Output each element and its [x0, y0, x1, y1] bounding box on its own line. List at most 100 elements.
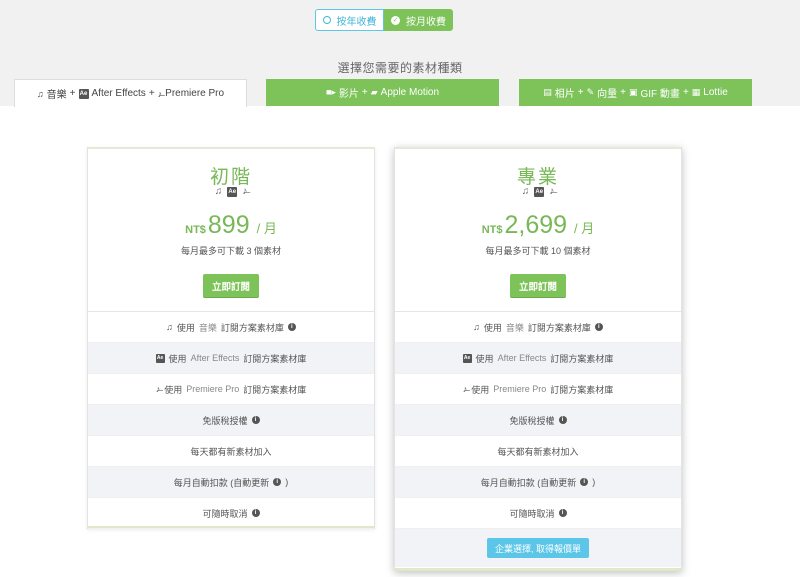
tab-label-apple-motion: Apple Motion — [380, 87, 440, 98]
tab-music-ae-pr[interactable]: ♫ 音樂 + Ae After Effects + ♪̶ Premiere Pr… — [14, 79, 247, 107]
feature-text: 使用 — [475, 353, 494, 364]
subscribe-button[interactable]: 立即訂閱 — [510, 274, 566, 297]
info-icon[interactable]: i — [251, 509, 260, 517]
feature-highlight: Premiere Pro — [493, 384, 547, 394]
tab-label-gif: GIF 動畫 — [640, 89, 680, 100]
tab-video-motion[interactable]: ■▸ 影片 + ▰ Apple Motion — [266, 79, 499, 106]
info-icon[interactable]: i — [558, 416, 567, 424]
lottie-icon: ▦ — [691, 87, 701, 97]
feature-auto-billing: 每月自動扣款 (自動更新 i) — [88, 467, 374, 498]
price-amount: 2,699 — [504, 211, 568, 239]
enterprise-quote-button[interactable]: 企業選擇, 取得報價單 — [486, 538, 589, 558]
feature-auto-billing: 每月自動扣款 (自動更新 i) — [395, 467, 681, 498]
plan-card-basic: 初階 ♫ Ae ♪̶ NT$ 899 / 月 每月最多可下載 3 個素材 立即訂… — [87, 147, 375, 529]
feature-highlight: 音樂 — [505, 322, 524, 333]
feature-text: 使用 — [164, 384, 183, 395]
feature-text: 訂閱方案素材庫 — [243, 353, 307, 364]
apple-motion-icon: ▰ — [370, 87, 378, 97]
after-effects-icon: Ae — [534, 186, 545, 197]
info-icon[interactable]: i — [594, 323, 603, 331]
feature-ae-library: Ae 使用 After Effects 訂閱方案素材庫 — [395, 343, 681, 374]
tab-label-vector: 向量 — [597, 89, 618, 100]
feature-text: 每天都有新素材加入 — [497, 446, 579, 457]
feature-text: 可隨時取消 — [509, 508, 555, 519]
info-icon[interactable]: i — [287, 323, 296, 331]
feature-text: 使用 — [168, 353, 187, 364]
plan-name: 初階 — [209, 167, 252, 188]
after-effects-icon: Ae — [462, 353, 472, 363]
gif-icon: ▣ — [628, 87, 638, 97]
feature-daily-new: 每天都有新素材加入 — [88, 436, 374, 467]
feature-text: 訂閱方案素材庫 — [550, 384, 614, 395]
subscribe-button[interactable]: 立即訂閱 — [203, 274, 259, 297]
download-quota: 每月最多可下載 3 個素材 — [180, 246, 281, 256]
plan-price: NT$ 2,699 / 月 — [395, 211, 681, 240]
closing-paren: ) — [285, 477, 289, 487]
plan-icons: ♫ Ae ♪̶ — [88, 186, 374, 197]
feature-highlight: Premiere Pro — [186, 384, 240, 394]
feature-daily-new: 每天都有新素材加入 — [395, 436, 681, 467]
tab-label-video: 影片 — [338, 89, 359, 100]
monthly-billing-label: 按月收費 — [406, 16, 446, 28]
music-icon: ♫ — [166, 322, 173, 332]
feature-text: 免版稅授權 — [202, 415, 248, 426]
download-quota: 每月最多可下載 10 個素材 — [485, 246, 591, 256]
feature-pr-library: ♪̶ 使用 Premiere Pro 訂閱方案素材庫 — [88, 374, 374, 405]
enterprise-row: 企業選擇, 取得報價單 — [395, 529, 681, 567]
info-icon[interactable]: i — [273, 478, 282, 486]
info-icon[interactable]: i — [251, 416, 260, 424]
yearly-billing-option[interactable]: 按年收費 — [315, 9, 384, 31]
feature-text: 使用 — [176, 322, 195, 333]
video-camera-icon: ■▸ — [325, 87, 336, 97]
price-period: / 月 — [256, 221, 277, 236]
plan-card-header: 專業 ♫ Ae ♪̶ NT$ 2,699 / 月 每月最多可下載 10 個素材 … — [395, 149, 681, 312]
music-icon: ♫ — [214, 186, 223, 197]
radio-checked-icon: ✓ — [391, 15, 400, 25]
after-effects-icon: Ae — [78, 88, 89, 99]
tab-label-premiere-pro: Premiere Pro — [165, 88, 225, 99]
feature-text: 訂閱方案素材庫 — [243, 384, 307, 395]
price-period: / 月 — [574, 221, 595, 236]
premiere-pro-icon: ♪̶ — [549, 186, 555, 197]
feature-cancel-anytime: 可隨時取消 i — [395, 498, 681, 529]
price-currency: NT$ — [481, 224, 503, 236]
feature-text: 免版稅授權 — [509, 415, 555, 426]
monthly-billing-option[interactable]: ✓ 按月收費 — [384, 9, 453, 31]
photo-file-icon: ▤ — [543, 87, 552, 97]
feature-royalty-free: 免版稅授權 i — [88, 405, 374, 436]
feature-highlight: After Effects — [497, 353, 547, 363]
feature-text: 使用 — [483, 322, 502, 333]
music-icon: ♫ — [521, 186, 530, 197]
feature-text: 可隨時取消 — [202, 508, 248, 519]
closing-paren: ) — [592, 477, 596, 487]
radio-unchecked-icon — [322, 16, 331, 24]
feature-highlight: 音樂 — [198, 322, 217, 333]
tab-label-lottie: Lottie — [703, 87, 728, 98]
price-amount: 899 — [207, 211, 250, 239]
tab-label-after-effects: After Effects — [91, 88, 146, 99]
feature-text: 訂閱方案素材庫 — [220, 322, 284, 333]
info-icon[interactable]: i — [580, 478, 589, 486]
music-icon: ♫ — [36, 88, 44, 99]
plan-price: NT$ 899 / 月 — [88, 211, 374, 240]
plan-name: 專業 — [516, 167, 559, 188]
feature-pr-library: ♪̶ 使用 Premiere Pro 訂閱方案素材庫 — [395, 374, 681, 405]
yearly-billing-label: 按年收費 — [336, 16, 377, 28]
tab-label-music: 音樂 — [46, 90, 67, 101]
info-icon[interactable]: i — [558, 509, 567, 517]
tab-label-photo: 相片 — [554, 89, 575, 100]
feature-text: 每月自動扣款 (自動更新 — [173, 477, 270, 488]
plan-icons: ♫ Ae ♪̶ — [395, 186, 681, 197]
premiere-pro-icon: ♪̶ — [462, 384, 468, 394]
feature-cancel-anytime: 可隨時取消 i — [88, 498, 374, 529]
premiere-pro-icon: ♪̶ — [157, 88, 163, 99]
feature-ae-library: Ae 使用 After Effects 訂閱方案素材庫 — [88, 343, 374, 374]
tab-photo-vector-gif-lottie[interactable]: ▤ 相片 + ✎ 向量 + ▣ GIF 動畫 + ▦ Lottie — [519, 79, 752, 106]
premiere-pro-icon: ♪̶ — [155, 384, 161, 394]
choose-type-title: 選擇您需要的素材種類 — [337, 61, 463, 75]
billing-toggle: 按年收費 ✓ 按月收費 — [315, 9, 453, 31]
premiere-pro-icon: ♪̶ — [242, 186, 248, 197]
after-effects-icon: Ae — [155, 353, 165, 363]
feature-text: 每月自動扣款 (自動更新 — [480, 477, 577, 488]
price-currency: NT$ — [185, 224, 206, 236]
